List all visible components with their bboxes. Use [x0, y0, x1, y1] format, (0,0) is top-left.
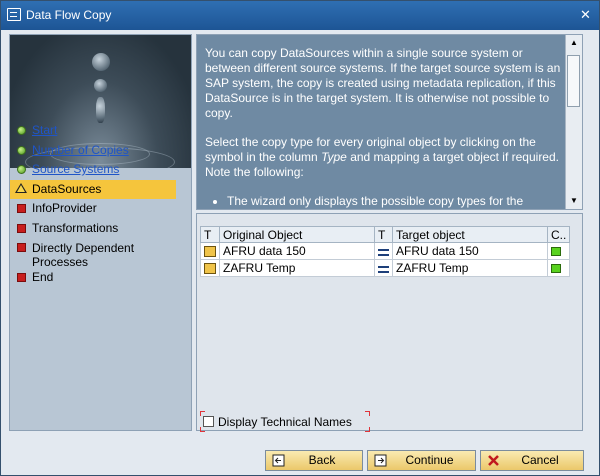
status-green-icon	[551, 264, 561, 273]
scroll-down-icon[interactable]: ▼	[568, 194, 580, 208]
data-flow-copy-window: Data Flow Copy ✕ Start Number of Copies …	[0, 0, 600, 476]
target-object-cell[interactable]: AFRU data 150	[392, 242, 548, 260]
back-button-label: Back	[308, 453, 336, 467]
cancel-button-label: Cancel	[521, 453, 559, 467]
status-green-icon	[551, 247, 561, 256]
scroll-up-icon[interactable]: ▲	[568, 36, 580, 50]
info-scrollbar[interactable]: ▲ ▼	[565, 35, 582, 209]
step-datasources[interactable]: DataSources	[10, 179, 176, 199]
continue-button-label: Continue	[405, 453, 454, 467]
info-paragraph-2: Select the copy type for every original …	[205, 135, 563, 180]
technical-names-option[interactable]: Display Technical Names	[200, 411, 370, 432]
close-icon[interactable]: ✕	[578, 7, 593, 22]
step-transformations: Transformations	[10, 219, 191, 239]
step-label: End	[32, 270, 54, 284]
table-row[interactable]: AFRU data 150 AFRU data 150	[200, 242, 571, 260]
original-object-cell[interactable]: AFRU data 150	[219, 242, 375, 260]
green-status-icon	[17, 145, 26, 155]
step-start[interactable]: Start	[10, 121, 191, 141]
green-status-icon	[17, 126, 26, 135]
equals-icon	[378, 266, 389, 273]
info-paragraph-1: You can copy DataSources within a single…	[205, 46, 561, 120]
display-technical-names-label: Display Technical Names	[218, 415, 352, 429]
red-status-icon	[17, 243, 26, 252]
equals-icon	[378, 249, 389, 256]
col-original-object[interactable]: Original Object	[219, 226, 375, 243]
wizard-step-panel: Start Number of Copies Source Systems Da…	[9, 34, 192, 431]
green-status-icon	[17, 165, 26, 174]
red-status-icon	[17, 223, 26, 233]
col-type[interactable]: T	[200, 226, 220, 243]
step-source-systems[interactable]: Source Systems	[10, 160, 191, 180]
info-text-area: You can copy DataSources within a single…	[196, 34, 583, 210]
mapping-table: T Original Object T Target object C.. AF…	[200, 226, 571, 277]
title-bar: Data Flow Copy ✕	[1, 1, 599, 30]
step-label: Source Systems	[32, 162, 120, 176]
col-target-object[interactable]: Target object	[392, 226, 548, 243]
step-number-of-copies[interactable]: Number of Copies	[10, 141, 191, 161]
wizard-steps: Start Number of Copies Source Systems Da…	[10, 121, 191, 288]
warning-icon	[15, 182, 27, 193]
red-status-icon	[17, 204, 26, 213]
cancel-button[interactable]: Cancel	[480, 450, 584, 471]
copy-type-icon[interactable]	[204, 246, 216, 257]
display-technical-names-checkbox[interactable]	[203, 416, 214, 427]
step-end: End	[10, 268, 191, 288]
table-row[interactable]: ZAFRU Temp ZAFRU Temp	[200, 259, 571, 277]
original-object-cell[interactable]: ZAFRU Temp	[219, 259, 375, 277]
info-emphasis: Type	[321, 150, 347, 164]
step-label: Number of Copies	[32, 142, 129, 157]
step-label: InfoProvider	[32, 201, 97, 215]
step-label: Directly Dependent Processes	[32, 241, 135, 269]
red-status-icon	[17, 273, 26, 282]
mapping-table-panel: T Original Object T Target object C.. AF…	[196, 213, 583, 431]
info-bullet: The wizard only displays the possible co…	[227, 194, 563, 209]
col-target-type[interactable]: T	[374, 226, 393, 243]
step-label: Start	[32, 123, 58, 137]
target-object-cell[interactable]: ZAFRU Temp	[392, 259, 548, 277]
step-directly-dependent-processes: Directly Dependent Processes	[10, 238, 191, 269]
step-label: Transformations	[32, 220, 119, 235]
continue-button[interactable]: Continue	[367, 450, 476, 471]
scroll-thumb[interactable]	[567, 55, 580, 107]
col-c[interactable]: C..	[546, 226, 571, 243]
window-icon	[7, 8, 21, 21]
step-infoprovider: InfoProvider	[10, 199, 191, 219]
step-label: DataSources	[32, 181, 102, 196]
copy-type-icon[interactable]	[204, 263, 216, 274]
back-button[interactable]: Back	[265, 450, 363, 471]
window-title: Data Flow Copy	[26, 8, 112, 22]
